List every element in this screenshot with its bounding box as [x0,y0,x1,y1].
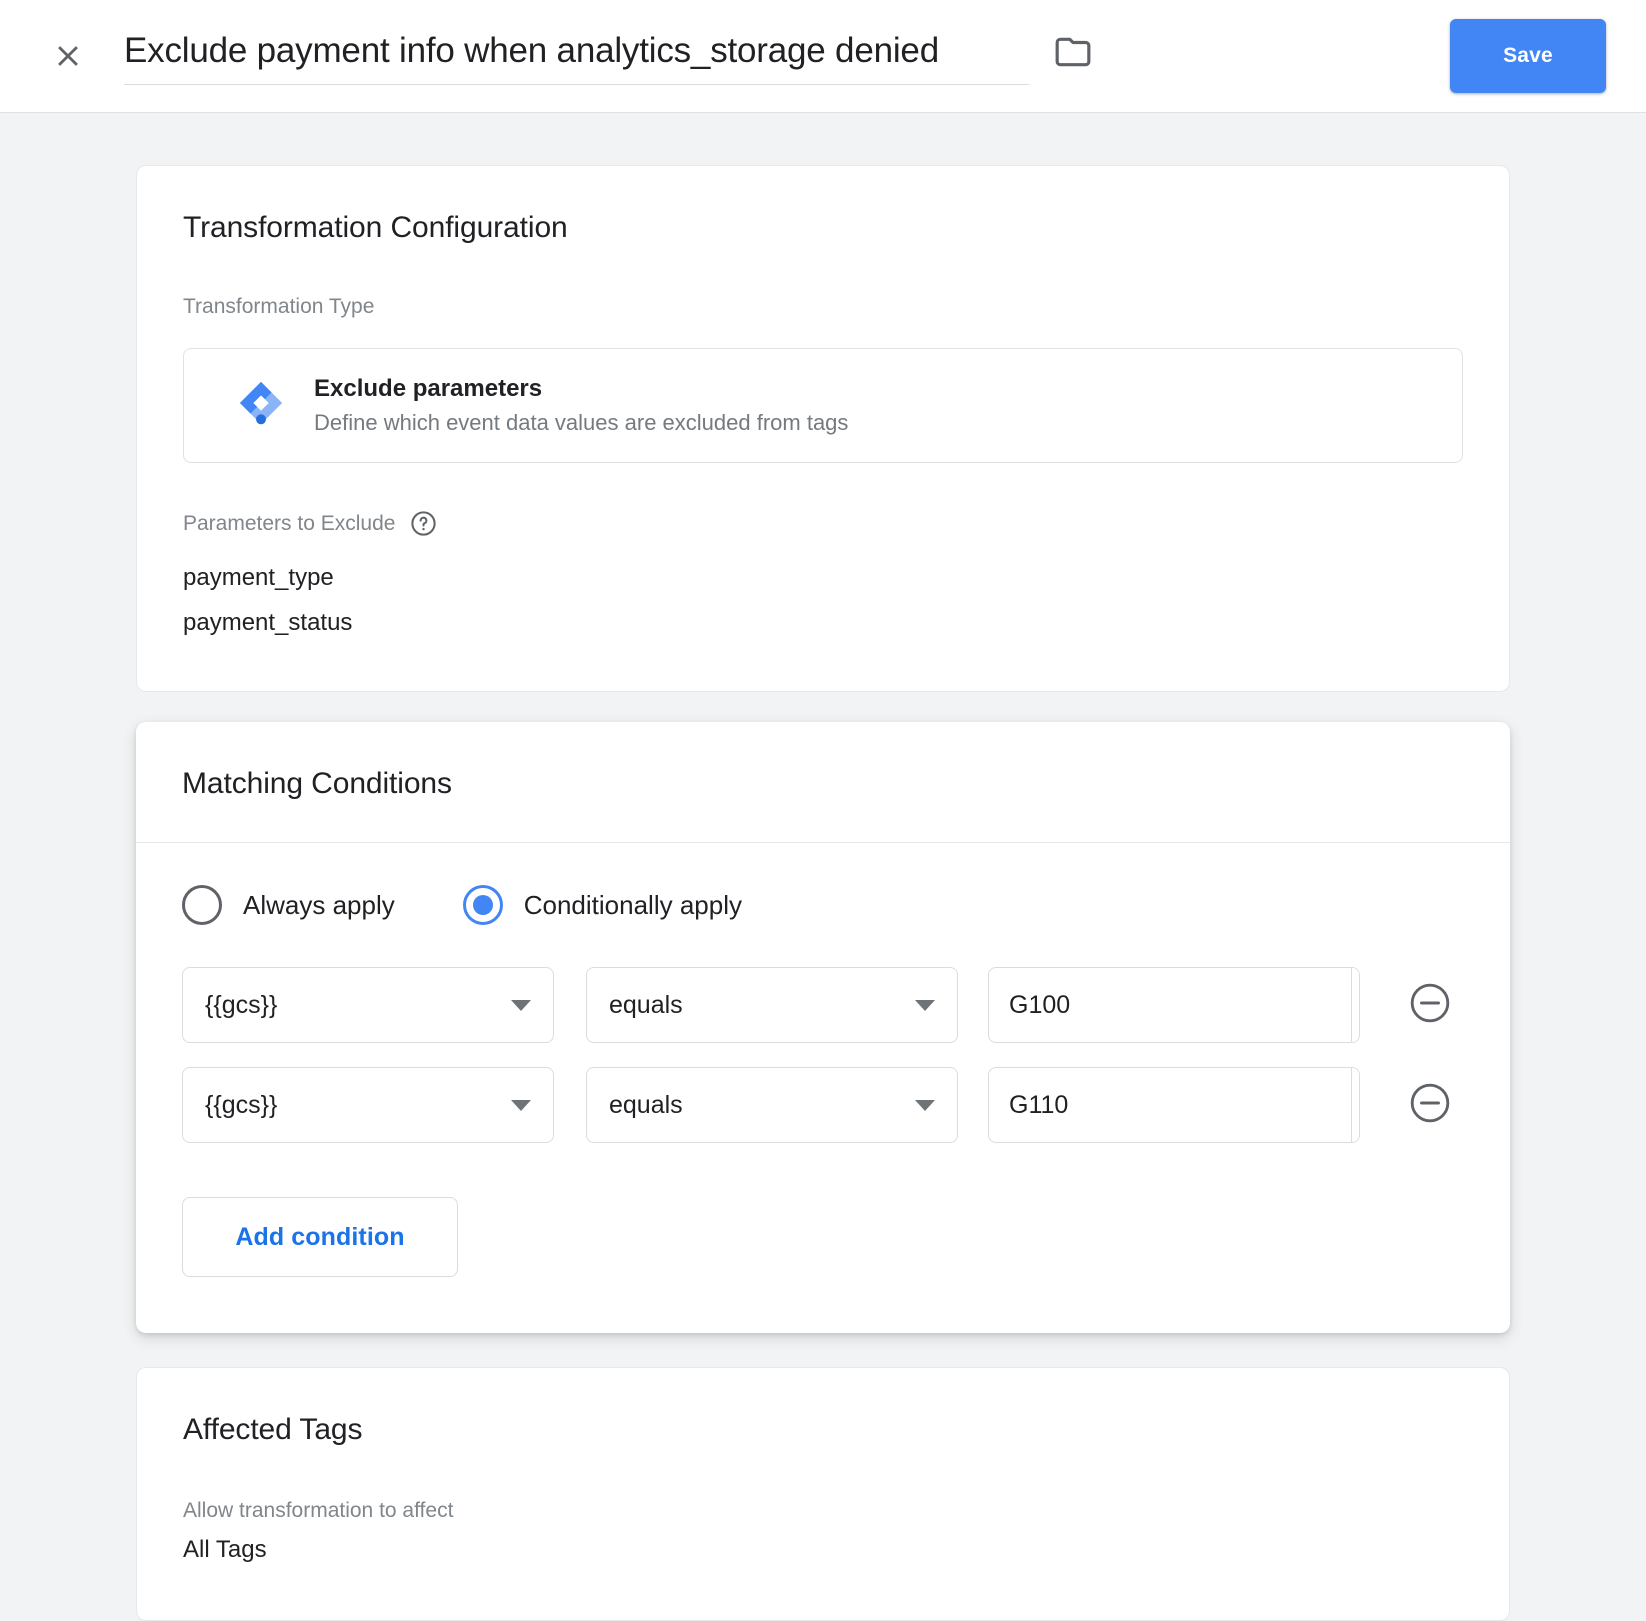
help-circle-icon[interactable] [409,509,438,538]
parameters-to-exclude-label: Parameters to Exclude [183,511,396,535]
affected-tags-title: Affected Tags [183,1413,363,1446]
condition-value-field [988,967,1360,1043]
save-button[interactable]: Save [1450,19,1606,93]
allow-transformation-label: Allow transformation to affect [183,1499,454,1522]
folder-icon [1054,33,1092,76]
condition-operator-value: equals [609,1090,683,1119]
condition-value-input[interactable] [989,968,1351,1042]
transformation-type-description: Define which event data values are exclu… [314,410,849,435]
radio-checked-icon [462,885,503,925]
main-content: Transformation Configuration Transformat… [0,113,1646,1621]
transformation-type-label: Transformation Type [183,295,375,318]
transformation-name-input[interactable] [124,27,1029,85]
transformation-type-text: Exclude parameters Define which event da… [314,374,848,437]
matching-conditions-body: Always apply Conditionally apply {{gcs}}… [136,843,1510,1333]
chevron-down-icon [511,1099,531,1111]
transformation-configuration-card: Transformation Configuration Transformat… [136,165,1510,692]
affected-tags-card: Affected Tags Allow transformation to af… [136,1367,1510,1621]
matching-conditions-title: Matching Conditions [182,767,452,800]
radio-conditionally-apply[interactable]: Conditionally apply [462,885,742,925]
apply-mode-radio-group: Always apply Conditionally apply [182,885,1464,925]
close-button[interactable] [44,32,92,80]
condition-row: {{gcs}} equals [182,967,1464,1043]
condition-variable-value: {{gcs}} [205,990,278,1019]
add-condition-button[interactable]: Add condition [182,1197,458,1277]
matching-conditions-card: Matching Conditions Always apply Conditi… [136,722,1510,1333]
remove-circle-icon [1407,980,1453,1031]
parameter-item: payment_status [183,609,353,636]
chevron-down-icon [511,999,531,1011]
condition-value-input[interactable] [989,1068,1351,1142]
matching-conditions-header: Matching Conditions [136,722,1510,843]
page-header: Save [0,0,1646,113]
add-variable-brick-icon[interactable] [1351,1068,1359,1142]
transformation-type-selector[interactable]: Exclude parameters Define which event da… [183,348,1463,463]
gtm-diamond-icon [238,380,284,431]
radio-unchecked-icon [182,885,222,925]
condition-operator-select[interactable]: equals [586,1067,958,1143]
allow-transformation-value: All Tags [183,1536,267,1563]
condition-row: {{gcs}} equals [182,1067,1464,1143]
radio-always-apply[interactable]: Always apply [182,885,395,925]
parameters-list: payment_type payment_status [183,555,1463,645]
radio-always-apply-label: Always apply [243,889,395,920]
remove-circle-icon [1407,1080,1453,1131]
folder-button[interactable] [1051,35,1095,75]
parameter-item: payment_type [183,564,334,591]
transformation-configuration-title: Transformation Configuration [183,211,568,244]
parameters-to-exclude-header: Parameters to Exclude [183,509,1463,538]
condition-variable-value: {{gcs}} [205,1090,278,1119]
chevron-down-icon [915,999,935,1011]
remove-condition-button[interactable] [1404,979,1456,1031]
condition-value-field [988,1067,1360,1143]
condition-operator-select[interactable]: equals [586,967,958,1043]
radio-conditionally-apply-label: Conditionally apply [523,889,742,920]
title-area [124,27,1450,85]
close-icon [51,39,85,73]
transformation-type-name: Exclude parameters [314,375,543,402]
condition-variable-select[interactable]: {{gcs}} [182,1067,554,1143]
add-variable-brick-icon[interactable] [1351,968,1359,1042]
chevron-down-icon [915,1099,935,1111]
condition-operator-value: equals [609,990,683,1019]
remove-condition-button[interactable] [1404,1079,1456,1131]
condition-variable-select[interactable]: {{gcs}} [182,967,554,1043]
